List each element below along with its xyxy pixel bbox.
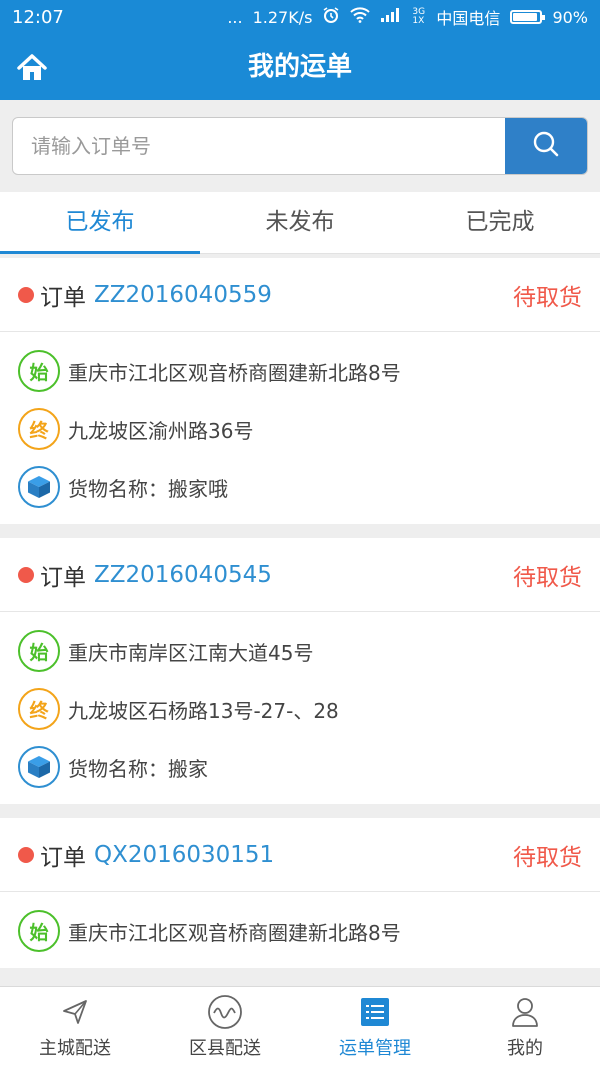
- wifi-icon: [350, 7, 371, 27]
- nav-label: 运单管理: [339, 1038, 411, 1059]
- user-icon: [510, 994, 540, 1030]
- start-address: 重庆市南岸区江南大道45号: [68, 640, 314, 665]
- end-address-row: 终 九龙坡区石杨路13号-27-、28: [0, 680, 600, 738]
- order-details: 始 重庆市南岸区江南大道45号 终 九龙坡区石杨路13号-27-、28 货物名称…: [0, 612, 600, 804]
- start-address: 重庆市江北区观音桥商圈建新北路8号: [68, 920, 401, 945]
- search-box: 请输入订单号: [12, 117, 588, 175]
- order-label: 订单: [40, 564, 86, 591]
- tab-unpublished[interactable]: 未发布: [200, 192, 400, 253]
- network-type: 3G 1X: [412, 7, 426, 26]
- end-badge: 终: [18, 688, 60, 730]
- order-card[interactable]: 订单 ZZ2016040545 待取货 始 重庆市南岸区江南大道45号 终 九龙…: [0, 538, 600, 804]
- order-details: 始 重庆市江北区观音桥商圈建新北路8号 终 九龙坡区渝州路36号 货物名称：搬家…: [0, 332, 600, 524]
- nav-label: 我的: [507, 1038, 543, 1059]
- goods-name: 货物名称：搬家哦: [68, 476, 228, 501]
- order-card[interactable]: 订单 ZZ2016040559 待取货 始 重庆市江北区观音桥商圈建新北路8号 …: [0, 258, 600, 524]
- nav-waybill-management[interactable]: 运单管理: [300, 987, 450, 1067]
- tab-published[interactable]: 已发布: [0, 192, 200, 254]
- package-icon: [18, 466, 60, 508]
- start-address-row: 始 重庆市南岸区江南大道45号: [0, 622, 600, 680]
- package-icon: [18, 746, 60, 788]
- nav-county-delivery[interactable]: 区县配送: [150, 987, 300, 1067]
- start-badge: 始: [18, 910, 60, 952]
- order-label: 订单: [40, 844, 86, 871]
- wave-circle-icon: [207, 994, 243, 1030]
- search-button[interactable]: [505, 118, 587, 174]
- network-speed: 1.27K/s: [252, 7, 313, 27]
- search-icon: [531, 129, 561, 163]
- start-address-row: 始 重庆市江北区观音桥商圈建新北路8号: [0, 342, 600, 400]
- app-header: 我的运单: [0, 34, 600, 100]
- goods-row: 货物名称：搬家: [0, 738, 600, 796]
- order-header: 订单 ZZ2016040559 待取货: [0, 258, 600, 332]
- order-details: 始 重庆市江北区观音桥商圈建新北路8号: [0, 892, 600, 968]
- goods-row: 货物名称：搬家哦: [0, 458, 600, 516]
- order-label: 订单: [40, 284, 86, 311]
- nav-label: 主城配送: [39, 1038, 111, 1059]
- battery-level: 90%: [552, 7, 588, 27]
- goods-name: 货物名称：搬家: [68, 756, 208, 781]
- status-dot: [18, 566, 34, 583]
- nav-city-delivery[interactable]: 主城配送: [0, 987, 150, 1067]
- order-status: 待取货: [513, 564, 582, 591]
- start-badge: 始: [18, 350, 60, 392]
- status-bar: 12:07 ... 1.27K/s 3G 1X 中国电信 90%: [0, 0, 600, 34]
- start-address-row: 始 重庆市江北区观音桥商圈建新北路8号: [0, 902, 600, 960]
- bottom-nav: 主城配送 区县配送 运单管理 我的: [0, 986, 600, 1067]
- order-card[interactable]: 订单 QX2016030151 待取货 始 重庆市江北区观音桥商圈建新北路8号: [0, 818, 600, 968]
- search-input[interactable]: 请输入订单号: [31, 118, 151, 174]
- order-number: ZZ2016040545: [94, 561, 272, 588]
- end-address: 九龙坡区石杨路13号-27-、28: [68, 698, 339, 723]
- carrier-name: 中国电信: [436, 9, 501, 28]
- end-badge: 终: [18, 408, 60, 450]
- start-badge: 始: [18, 630, 60, 672]
- order-status: 待取货: [513, 284, 582, 311]
- nav-mine[interactable]: 我的: [450, 987, 600, 1067]
- status-time: 12:07: [12, 6, 64, 28]
- status-dot: [18, 286, 34, 303]
- order-list: 订单 ZZ2016040559 待取货 始 重庆市江北区观音桥商圈建新北路8号 …: [0, 258, 600, 986]
- order-number: ZZ2016040559: [94, 281, 272, 308]
- status-dots: ...: [227, 7, 243, 27]
- send-icon: [60, 994, 90, 1030]
- start-address: 重庆市江北区观音桥商圈建新北路8号: [68, 360, 401, 385]
- battery-icon: [510, 10, 546, 24]
- search-bar: 请输入订单号: [0, 100, 600, 192]
- order-header: 订单 QX2016030151 待取货: [0, 818, 600, 892]
- tab-completed[interactable]: 已完成: [400, 192, 600, 253]
- alarm-icon: [322, 6, 340, 28]
- order-status: 待取货: [513, 844, 582, 871]
- status-dot: [18, 846, 34, 863]
- order-number: QX2016030151: [94, 841, 275, 868]
- end-address-row: 终 九龙坡区渝州路36号: [0, 400, 600, 458]
- order-tabs: 已发布 未发布 已完成: [0, 192, 600, 254]
- page-title: 我的运单: [247, 52, 352, 82]
- list-icon: [359, 994, 391, 1030]
- end-address: 九龙坡区渝州路36号: [68, 418, 254, 443]
- signal-icon: [380, 7, 402, 27]
- order-header: 订单 ZZ2016040545 待取货: [0, 538, 600, 612]
- nav-label: 区县配送: [189, 1038, 261, 1059]
